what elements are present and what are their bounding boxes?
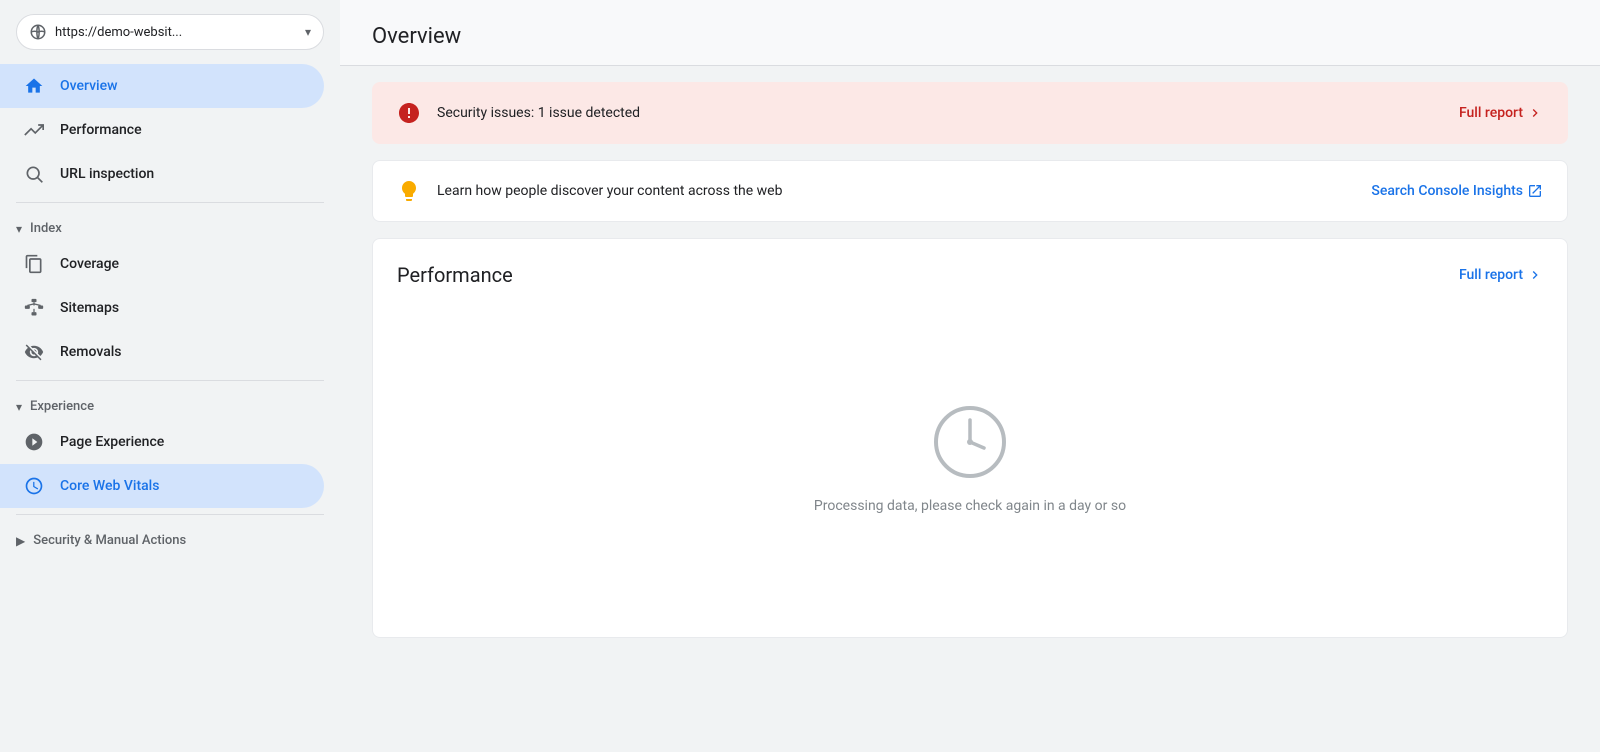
insights-text: Learn how people discover your content a… <box>437 183 1355 199</box>
sidebar-item-overview[interactable]: Overview <box>0 64 324 108</box>
security-full-report-label: Full report <box>1459 105 1523 121</box>
performance-card-title: Performance <box>397 263 513 287</box>
security-arrow-icon: ▶ <box>16 534 25 548</box>
home-icon <box>24 76 44 96</box>
sidebar-item-page-experience[interactable]: Page Experience <box>0 420 324 464</box>
sidebar-item-core-web-vitals-label: Core Web Vitals <box>60 478 159 494</box>
sidebar-item-page-experience-label: Page Experience <box>60 434 164 450</box>
sidebar-item-url-inspection[interactable]: URL inspection <box>0 152 324 196</box>
performance-card-body: Processing data, please check again in a… <box>397 303 1543 613</box>
insights-banner: Learn how people discover your content a… <box>372 160 1568 222</box>
sidebar-item-performance[interactable]: Performance <box>0 108 324 152</box>
content-area: Security issues: 1 issue detected Full r… <box>340 66 1600 654</box>
file-copy-icon <box>24 254 44 274</box>
monitor-icon <box>24 432 44 452</box>
section-security-label: Security & Manual Actions <box>33 533 186 548</box>
section-index-label: Index <box>30 221 62 236</box>
url-selector[interactable]: https://demo-websit... ▾ <box>16 14 324 50</box>
section-experience-label: Experience <box>30 399 94 414</box>
divider-3 <box>16 514 324 515</box>
sidebar-item-removals[interactable]: Removals <box>0 330 324 374</box>
performance-full-report-label: Full report <box>1459 267 1523 283</box>
error-icon <box>397 101 421 125</box>
sidebar-item-coverage[interactable]: Coverage <box>0 242 324 286</box>
sitemap-icon <box>24 298 44 318</box>
main-content: Overview Security issues: 1 issue detect… <box>340 0 1600 752</box>
sidebar-item-removals-label: Removals <box>60 344 122 360</box>
sidebar-nav: Overview Performance URL inspection <box>0 64 340 554</box>
sidebar-item-coverage-label: Coverage <box>60 256 119 272</box>
divider-2 <box>16 380 324 381</box>
url-text: https://demo-websit... <box>55 25 297 40</box>
sidebar-item-overview-label: Overview <box>60 78 117 94</box>
clock-icon <box>930 402 1010 482</box>
section-header-security[interactable]: ▶ Security & Manual Actions <box>0 521 340 554</box>
dropdown-arrow-icon: ▾ <box>305 25 311 39</box>
page-header: Overview <box>340 0 1600 66</box>
security-alert-text: Security issues: 1 issue detected <box>437 105 1443 121</box>
search-icon <box>24 164 44 184</box>
clock-container: Processing data, please check again in a… <box>814 402 1126 514</box>
trending-up-icon <box>24 120 44 140</box>
security-alert-banner: Security issues: 1 issue detected Full r… <box>372 82 1568 144</box>
sidebar-item-url-inspection-label: URL inspection <box>60 166 154 182</box>
visibility-off-icon <box>24 342 44 362</box>
index-arrow-icon: ▾ <box>16 222 22 236</box>
section-header-experience[interactable]: ▾ Experience <box>0 387 340 420</box>
page-title: Overview <box>372 24 461 49</box>
processing-status-text: Processing data, please check again in a… <box>814 498 1126 514</box>
globe-icon <box>29 23 47 41</box>
sidebar-item-sitemaps[interactable]: Sitemaps <box>0 286 324 330</box>
section-header-index[interactable]: ▾ Index <box>0 209 340 242</box>
sidebar: https://demo-websit... ▾ Overview Perfor… <box>0 0 340 752</box>
experience-arrow-icon: ▾ <box>16 400 22 414</box>
lightbulb-icon <box>397 179 421 203</box>
performance-card: Performance Full report Processing data,… <box>372 238 1568 638</box>
sidebar-item-core-web-vitals[interactable]: Core Web Vitals <box>0 464 324 508</box>
speed-icon <box>24 476 44 496</box>
performance-card-header: Performance Full report <box>397 263 1543 287</box>
insights-link-label: Search Console Insights <box>1371 183 1523 199</box>
divider-1 <box>16 202 324 203</box>
search-console-insights-link[interactable]: Search Console Insights <box>1371 183 1543 199</box>
sidebar-item-sitemaps-label: Sitemaps <box>60 300 119 316</box>
performance-full-report-link[interactable]: Full report <box>1459 267 1543 283</box>
sidebar-item-performance-label: Performance <box>60 122 142 138</box>
security-full-report-link[interactable]: Full report <box>1459 105 1543 121</box>
